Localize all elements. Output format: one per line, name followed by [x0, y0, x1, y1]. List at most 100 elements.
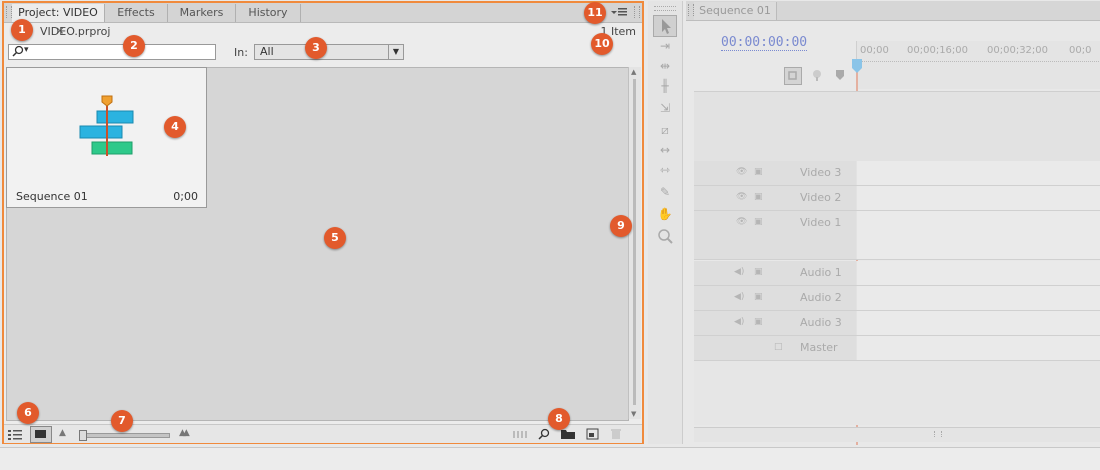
tab-effects[interactable]: Effects — [105, 4, 168, 22]
item-name: Sequence 01 — [16, 190, 88, 203]
selection-tool-icon[interactable] — [653, 15, 677, 37]
ruler-tick-label: 00;00;32;00 — [987, 45, 1049, 56]
slide-tool-icon[interactable]: ⇿ — [656, 161, 674, 179]
project-bottom-bar: ▲ ▲▲ — [4, 424, 642, 443]
zoom-slider[interactable] — [79, 430, 170, 441]
track-label: Audio 3 — [800, 316, 842, 329]
rolling-edit-tool-icon[interactable]: ╫ — [656, 77, 674, 95]
speaker-icon[interactable]: ◀) — [734, 267, 744, 277]
scroll-thumb[interactable] — [633, 79, 636, 405]
panel-resize-grip-icon[interactable] — [634, 6, 640, 18]
master-track[interactable]: □ Master — [694, 336, 1100, 361]
lock-icon[interactable]: ▣ — [754, 167, 763, 177]
automate-to-sequence-icon[interactable] — [512, 428, 528, 440]
scroll-grip-icon[interactable] — [934, 431, 942, 437]
slip-tool-icon[interactable]: ↔ — [656, 141, 674, 159]
lock-icon[interactable]: ▣ — [754, 267, 763, 277]
razor-tool-icon[interactable]: ⧄ — [656, 121, 674, 139]
tab-history[interactable]: History — [236, 4, 301, 22]
callout-marker: 11 — [584, 2, 606, 24]
search-icon[interactable] — [12, 45, 24, 61]
scroll-up-icon[interactable]: ▲ — [631, 68, 636, 76]
playhead-icon[interactable] — [852, 59, 862, 73]
audio-track-2[interactable]: ◀) ▣ Audio 2 — [694, 286, 1100, 311]
hand-tool-icon[interactable]: ✋ — [656, 205, 674, 223]
chevron-down-icon[interactable]: ▼ — [388, 45, 403, 59]
lock-icon[interactable]: ▣ — [754, 217, 763, 227]
zoom-slider-handle[interactable] — [79, 430, 87, 441]
callout-marker: 1 — [11, 19, 33, 41]
ruler-tick-label: 00;00;16;00 — [907, 45, 969, 56]
callout-marker: 6 — [17, 402, 39, 424]
eye-icon[interactable]: 👁 — [736, 192, 747, 202]
callout-marker: 10 — [591, 33, 613, 55]
callout-marker: 4 — [164, 116, 186, 138]
sequence-icon — [77, 94, 137, 158]
speaker-icon[interactable]: ◀) — [734, 317, 744, 327]
vertical-scrollbar[interactable]: ▲ ▼ — [628, 67, 641, 419]
pen-tool-icon[interactable]: ✎ — [656, 183, 674, 201]
search-input[interactable]: ▾ — [8, 44, 216, 60]
tools-panel: ⇥ ⇹ ╫ ⇲ ⧄ ↔ ⇿ ✎ ✋ — [648, 1, 683, 444]
set-marker-icon[interactable] — [836, 70, 844, 80]
video-track-2[interactable]: 👁 ▣ Video 2 — [694, 186, 1100, 211]
panel-menu-icon[interactable] — [610, 6, 628, 18]
lock-icon[interactable]: ▣ — [754, 292, 763, 302]
scroll-down-icon[interactable]: ▼ — [631, 410, 636, 418]
video-track-3[interactable]: 👁 ▣ Video 3 — [694, 161, 1100, 186]
timeline-panel: Sequence 01 00:00:00:00 00;00 00;00;16;0… — [686, 1, 1100, 445]
time-ruler[interactable]: 00;00 00;00;16;00 00;00;32;00 00;0 — [856, 41, 1100, 89]
callout-marker: 5 — [324, 227, 346, 249]
ripple-edit-tool-icon[interactable]: ⇹ — [656, 57, 674, 75]
rate-stretch-tool-icon[interactable]: ⇲ — [656, 99, 674, 117]
eye-icon[interactable]: 👁 — [736, 167, 747, 177]
ruler-tick-label: 00;0 — [1069, 45, 1092, 56]
zoom-in-icon[interactable]: ▲▲ — [179, 428, 190, 438]
snap-icon[interactable] — [784, 67, 802, 85]
timecode-display[interactable]: 00:00:00:00 — [721, 35, 808, 51]
ruler-tick-label: 00;00 — [860, 45, 889, 56]
search-dropdown-icon[interactable]: ▾ — [24, 45, 29, 55]
status-bar — [0, 447, 1100, 470]
track-label: Video 3 — [800, 166, 842, 179]
new-bin-icon[interactable] — [560, 428, 576, 440]
filter-label: In: — [234, 46, 248, 59]
lock-icon[interactable]: □ — [774, 342, 783, 352]
tab-markers[interactable]: Markers — [168, 4, 236, 22]
lock-icon[interactable]: ▣ — [754, 192, 763, 202]
track-label: Master — [800, 341, 838, 354]
callout-marker: 9 — [610, 215, 632, 237]
zoom-out-icon[interactable]: ▲ — [59, 428, 66, 438]
callout-marker: 2 — [123, 35, 145, 57]
lock-icon[interactable]: ▣ — [754, 317, 763, 327]
icon-view-icon[interactable] — [30, 426, 52, 443]
project-file-name: VIDEO.prproj — [40, 25, 111, 38]
audio-track-3[interactable]: ◀) ▣ Audio 3 — [694, 311, 1100, 336]
callout-marker: 3 — [305, 37, 327, 59]
video-empty-area — [694, 91, 1100, 162]
timeline-horizontal-scrollbar[interactable] — [694, 427, 1100, 442]
filter-selected-value: All — [260, 45, 274, 58]
tab-project-label: Project: VIDEO — [18, 6, 98, 19]
new-item-icon[interactable] — [586, 428, 600, 440]
track-select-tool-icon[interactable]: ⇥ — [656, 37, 674, 55]
audio-track-1[interactable]: ◀) ▣ Audio 1 — [694, 261, 1100, 286]
list-view-icon[interactable] — [7, 427, 23, 441]
speaker-icon[interactable]: ◀) — [734, 292, 744, 302]
eye-icon[interactable]: 👁 — [736, 217, 747, 227]
find-icon[interactable] — [537, 427, 551, 441]
tools-grip-icon[interactable] — [654, 6, 676, 11]
marker-icon[interactable] — [810, 68, 824, 82]
project-tab-bar: Project: VIDEO × Effects Markers History — [4, 3, 642, 37]
track-label: Video 2 — [800, 191, 842, 204]
track-label: Audio 2 — [800, 291, 842, 304]
track-label: Video 1 — [800, 216, 842, 229]
item-duration: 0;00 — [173, 190, 198, 203]
zoom-tool-icon[interactable] — [656, 227, 674, 245]
callout-marker: 7 — [111, 410, 133, 432]
video-track-1[interactable]: 👁 ▣ Video 1 — [694, 211, 1100, 260]
tab-sequence-01[interactable]: Sequence 01 — [694, 2, 777, 20]
delete-icon[interactable] — [610, 428, 622, 440]
ruler-ticks — [857, 57, 1100, 62]
filter-select[interactable]: All ▼ — [254, 44, 404, 60]
